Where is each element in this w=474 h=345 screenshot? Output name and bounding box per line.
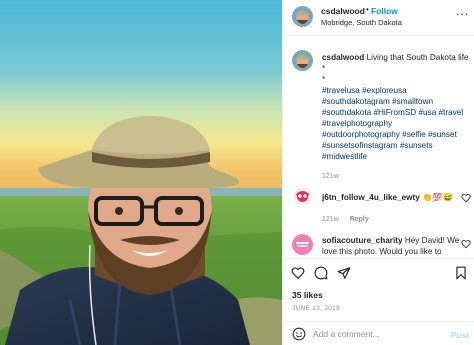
hashtag-line: #southdakota #HiFromSD #usa #travel — [322, 107, 472, 118]
caption-body: csdalwood Living that South Dakota life … — [322, 52, 472, 182]
caption-age[interactable]: 121w — [322, 171, 472, 182]
bookmark-icon[interactable] — [454, 266, 468, 280]
comment-meta: 121w Reply — [322, 214, 472, 225]
hashtag[interactable]: #sunsets — [400, 141, 433, 150]
caption-text: Living that South Dakota life — [366, 53, 469, 62]
hashtag-line: #travelusa #exploreusa — [322, 85, 472, 96]
post-date: JUNE 13, 2019 — [292, 305, 340, 312]
avatar[interactable] — [292, 234, 313, 255]
add-comment-bar: Post — [283, 321, 474, 345]
reply-button[interactable]: Reply — [350, 216, 369, 223]
hashtag[interactable]: #travelphotography — [322, 119, 392, 128]
post-photo[interactable] — [0, 0, 282, 345]
hashtag-line: #sunsetsofinstagram #sunsets — [322, 140, 472, 151]
follow-button[interactable]: Follow — [371, 6, 398, 16]
avatar-image — [292, 234, 313, 255]
share-icon[interactable] — [337, 266, 351, 280]
selfie-image — [0, 0, 282, 345]
post-header: csdalwood • Follow Mobridge, South Dakot… — [283, 0, 474, 36]
hashtag[interactable]: #smalltown — [392, 97, 433, 106]
hashtag-line: #travelphotography — [322, 118, 472, 129]
post-location[interactable]: Mobridge, South Dakota — [321, 18, 402, 27]
hashtag[interactable]: #sunsetsofinstagram — [322, 141, 398, 150]
post-username[interactable]: csdalwood — [321, 6, 365, 16]
hashtag[interactable]: #selfie — [402, 130, 426, 139]
comment: sofiacouture_charity Hey David! We love … — [283, 232, 474, 258]
comment-username[interactable]: sofiacouture_charity — [322, 236, 403, 245]
caption-line: * — [322, 64, 326, 73]
comment-icon[interactable] — [314, 266, 328, 280]
emoji-icon[interactable] — [292, 327, 306, 341]
caption-username[interactable]: csdalwood — [322, 53, 364, 62]
avatar-image — [292, 50, 313, 71]
comment-body: j6tn_follow_4u_like_ewty 👏💯😅 121w Reply — [322, 192, 472, 225]
hashtag-line: #outdoorphotography #selfie #sunset — [322, 129, 472, 140]
caption-line: * — [322, 75, 326, 84]
hashtag[interactable]: #exploreusa — [362, 86, 407, 95]
comment-body: sofiacouture_charity Hey David! We love … — [322, 235, 472, 257]
hashtag[interactable]: #southdakotagram — [322, 97, 390, 106]
add-comment-input[interactable] — [313, 326, 443, 342]
hashtag[interactable]: #sunset — [428, 130, 457, 139]
hashtag[interactable]: #southdakota — [322, 108, 371, 117]
comment-text: 👏💯😅 — [422, 193, 453, 202]
hashtag-line: #midwestlife — [322, 151, 472, 162]
avatar[interactable] — [292, 6, 313, 27]
likes-count[interactable]: 35 likes — [292, 290, 323, 300]
hashtag-line: #southdakotagram #smalltown — [322, 96, 472, 107]
comment-username[interactable]: j6tn_follow_4u_like_ewty — [322, 193, 420, 202]
post-side-panel: csdalwood • Follow Mobridge, South Dakot… — [282, 0, 474, 345]
heart-icon[interactable] — [461, 193, 471, 203]
hashtag[interactable]: #HiFromSD — [373, 108, 416, 117]
hashtag[interactable]: #travelusa — [322, 86, 360, 95]
hashtag[interactable]: #outdoorphotography — [322, 130, 400, 139]
hashtag[interactable]: #midwestlife — [322, 152, 367, 161]
avatar[interactable] — [292, 186, 313, 207]
avatar-image — [292, 6, 313, 27]
separator-dot: • — [366, 5, 369, 14]
avatar[interactable] — [292, 50, 313, 71]
hashtag[interactable]: #usa — [419, 108, 437, 117]
hashtag[interactable]: #travel — [439, 108, 464, 117]
more-icon[interactable]: ... — [456, 4, 469, 18]
comment-age[interactable]: 121w — [322, 216, 339, 223]
heart-icon[interactable] — [291, 266, 305, 280]
post-comment-button[interactable]: Post — [451, 330, 469, 340]
action-bar — [283, 258, 474, 286]
avatar-image — [292, 186, 313, 207]
heart-icon[interactable] — [461, 239, 471, 249]
